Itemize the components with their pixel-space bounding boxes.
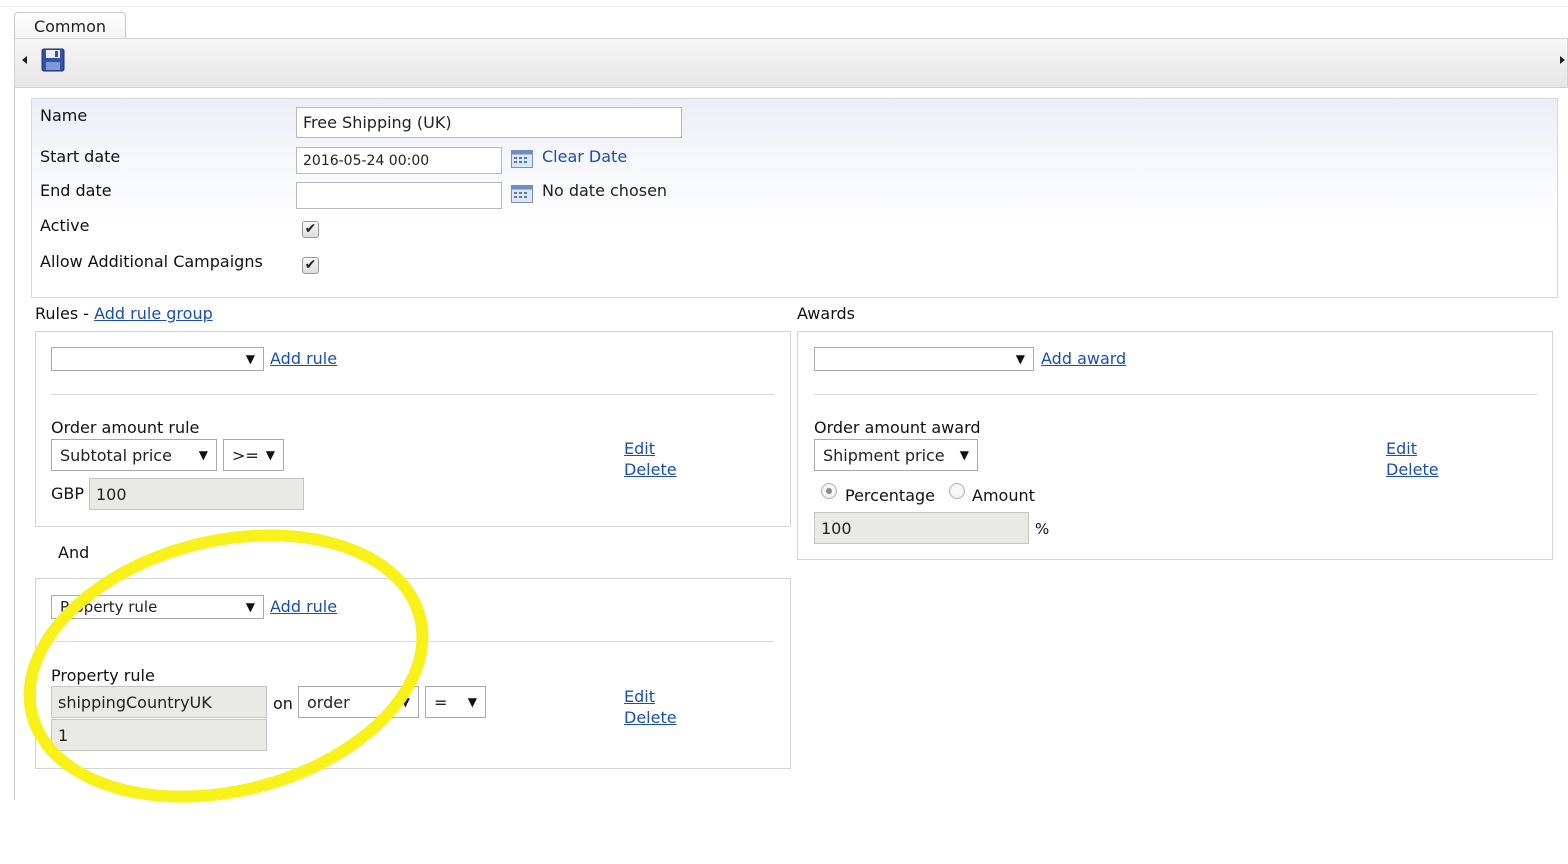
name-input[interactable]: Free Shipping (UK) (296, 107, 682, 138)
amount-input[interactable]: 100 (89, 478, 304, 510)
scroll-left-icon[interactable] (22, 56, 27, 64)
rule-title: Property rule (51, 666, 155, 685)
active-checkbox[interactable]: ✔ (302, 221, 319, 238)
chevron-down-icon: ▼ (245, 600, 255, 614)
percent-sign: % (1035, 520, 1050, 538)
calendar-icon[interactable] (511, 150, 533, 172)
add-rule-group-link[interactable]: Add rule group (94, 304, 213, 323)
tab-common[interactable]: Common (14, 12, 126, 40)
chevron-down-icon: ▼ (198, 448, 208, 462)
add-rule-link[interactable]: Add rule (270, 349, 337, 368)
amount-label: Amount (972, 486, 1035, 505)
chevron-down-icon: ▼ (1015, 352, 1025, 366)
save-button[interactable] (41, 48, 65, 72)
rule-operator-select[interactable]: >= ▼ (223, 439, 284, 471)
calendar-icon[interactable] (511, 185, 533, 207)
add-award-link[interactable]: Add award (1041, 349, 1126, 368)
edit-rule-link[interactable]: Edit (624, 439, 655, 458)
active-label: Active (40, 216, 90, 235)
property-name-input[interactable]: shippingCountryUK (51, 686, 267, 718)
divider (51, 641, 774, 642)
chevron-down-icon: ▼ (959, 448, 969, 462)
on-label: on (273, 694, 293, 713)
toolbar (14, 38, 1568, 88)
start-date-label: Start date (40, 147, 121, 166)
award-type-select[interactable]: ▼ (814, 347, 1034, 371)
chevron-down-icon: ▼ (400, 695, 410, 709)
clear-date-link[interactable]: Clear Date (542, 147, 627, 166)
property-operator-select[interactable]: = ▼ (425, 686, 486, 718)
delete-rule-link[interactable]: Delete (624, 708, 677, 727)
rule-type-select[interactable]: Property rule ▼ (51, 595, 264, 619)
property-target-select[interactable]: order ▼ (298, 686, 419, 718)
amount-radio[interactable] (949, 483, 965, 499)
award-title: Order amount award (814, 418, 981, 437)
rule-title: Order amount rule (51, 418, 200, 437)
percentage-radio[interactable] (821, 483, 837, 499)
award-field-select[interactable]: Shipment price ▼ (814, 439, 978, 471)
start-date-input[interactable]: 2016-05-24 00:00 (296, 147, 502, 174)
divider (51, 394, 774, 395)
rules-header: Rules - Add rule group (35, 304, 213, 323)
divider (814, 394, 1537, 395)
end-date-label: End date (40, 181, 112, 200)
chevron-down-icon: ▼ (467, 695, 477, 709)
name-label: Name (40, 106, 88, 125)
percentage-label: Percentage (845, 486, 936, 505)
edit-award-link[interactable]: Edit (1386, 439, 1417, 458)
rule-field-select[interactable]: Subtotal price ▼ (51, 439, 217, 471)
currency-label: GBP (51, 484, 85, 503)
award-value-input[interactable]: 100 (814, 512, 1029, 544)
and-label: And (58, 543, 90, 562)
chevron-down-icon: ▼ (245, 352, 255, 366)
end-date-input[interactable] (296, 182, 502, 209)
allow-additional-label: Allow Additional Campaigns (40, 252, 263, 271)
rules-title: Rules - (35, 304, 95, 323)
edit-rule-link[interactable]: Edit (624, 687, 655, 706)
content-border (14, 88, 15, 800)
property-value-input[interactable]: 1 (51, 719, 267, 751)
allow-additional-checkbox[interactable]: ✔ (302, 257, 319, 274)
top-divider (0, 6, 1568, 7)
chevron-down-icon: ▼ (265, 448, 275, 462)
add-rule-link[interactable]: Add rule (270, 597, 337, 616)
awards-title: Awards (797, 304, 855, 323)
scroll-right-icon[interactable] (1560, 56, 1565, 64)
delete-award-link[interactable]: Delete (1386, 460, 1439, 479)
rule-type-select[interactable]: ▼ (51, 347, 264, 371)
floppy-disk-icon (41, 48, 65, 72)
no-date-text: No date chosen (542, 181, 668, 200)
delete-rule-link[interactable]: Delete (624, 460, 677, 479)
